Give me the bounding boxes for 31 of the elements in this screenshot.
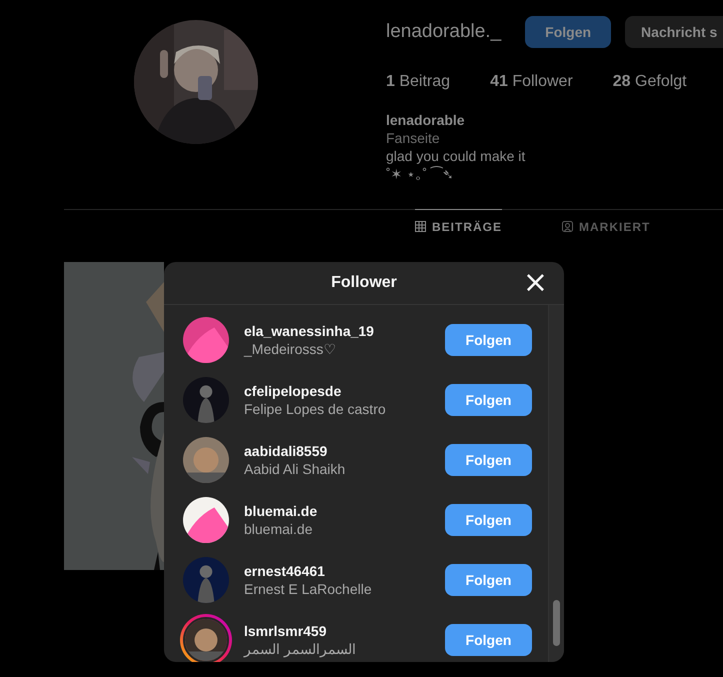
profile-stat[interactable]: 1 Beitrag: [386, 73, 450, 91]
follower-name: السمرالسمر السمر: [244, 641, 356, 657]
follower-username[interactable]: ela_wanessinha_19: [244, 323, 433, 339]
scrollbar-thumb[interactable]: [553, 600, 560, 646]
follower-name: bluemai.de: [244, 521, 312, 537]
close-button[interactable]: ×: [520, 271, 550, 295]
follower-username[interactable]: cfelipelopesde: [244, 383, 433, 399]
person-tag-icon: [562, 221, 574, 232]
follower-username[interactable]: bluemai.de: [244, 503, 433, 519]
follower-name: Felipe Lopes de castro: [244, 401, 386, 417]
follow-button[interactable]: Folgen: [525, 16, 612, 48]
profile-category: Fanseite: [386, 129, 441, 147]
tab-label: BEITRÄGE: [432, 220, 502, 234]
follower-name: _Medeirosss♡: [244, 341, 336, 357]
tab-label: MARKIERT: [579, 220, 650, 234]
story-ring[interactable]: [180, 614, 232, 662]
bio-line: glad you could make it: [386, 147, 526, 165]
dialog-title: Follower: [331, 274, 397, 292]
bio-line: ˚✶ ⋆｡˚ ⁀➴: [386, 165, 456, 183]
profile-stat[interactable]: 28 Gefolgt: [612, 73, 687, 91]
message-button[interactable]: Nachricht s: [625, 16, 723, 48]
follower-name: Aabid Ali Shaikh: [244, 461, 346, 477]
grid-icon: [415, 221, 426, 232]
follower-name: Ernest E LaRochelle: [244, 581, 372, 597]
profile-username: lenadorable._: [386, 21, 502, 43]
follower-username[interactable]: aabidali8559: [244, 443, 433, 459]
follower-username[interactable]: ernest46461: [244, 563, 433, 579]
profile-stat[interactable]: 41 Follower: [490, 73, 573, 91]
profile-name: lenadorable: [386, 111, 466, 129]
follower-username[interactable]: lsmrlsmr459: [244, 623, 433, 639]
profile-tab[interactable]: BEITRÄGE: [415, 209, 502, 239]
